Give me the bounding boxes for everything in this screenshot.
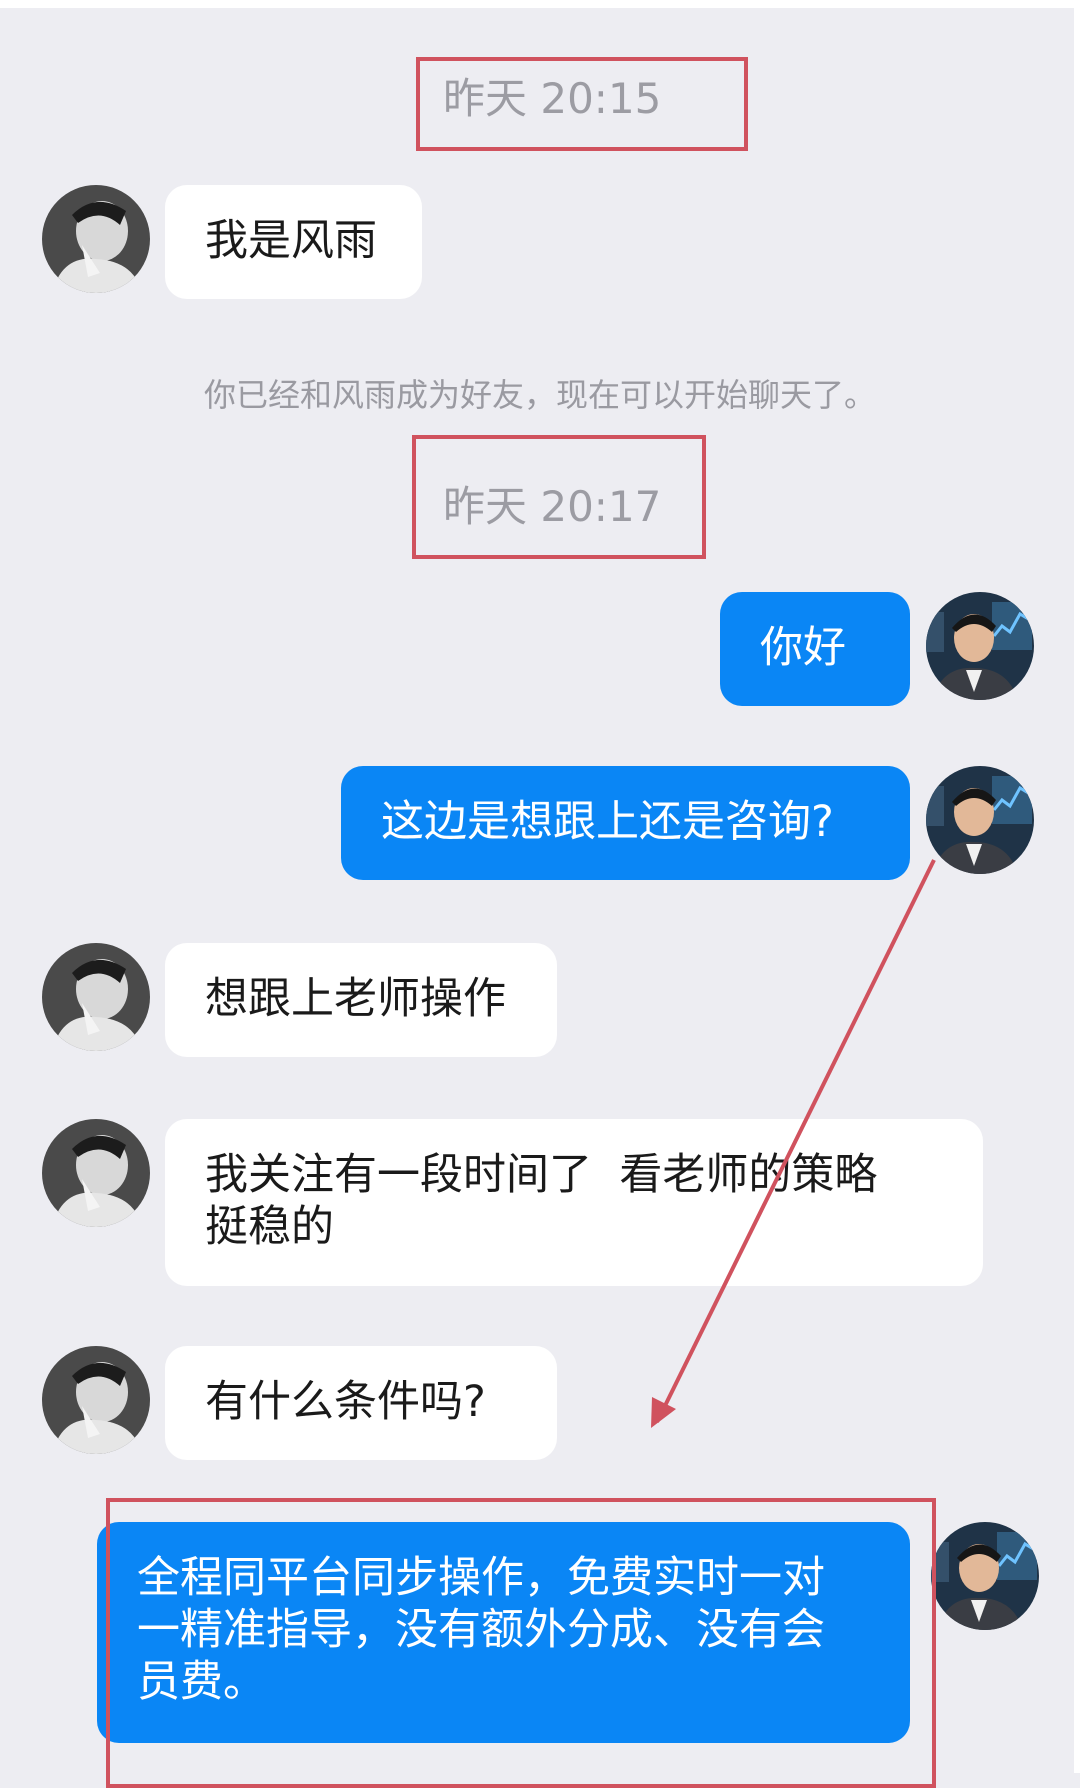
top-edge: [0, 0, 1080, 8]
message-text: 我关注有一段时间了 看老师的策略 挺稳的: [205, 1150, 878, 1252]
annotation-box: [412, 435, 706, 559]
message-text: 有什么条件吗?: [205, 1377, 486, 1427]
outgoing-message-bubble[interactable]: 这边是想跟上还是咨询?: [341, 766, 910, 880]
self-avatar[interactable]: [926, 766, 1034, 874]
contact-avatar[interactable]: [42, 185, 150, 293]
system-note: 你已经和风雨成为好友，现在可以开始聊天了。: [203, 376, 876, 414]
contact-avatar[interactable]: [42, 1346, 150, 1454]
chat-screen: 昨天 20:15 你已经和风雨成为好友，现在可以开始聊天了。 昨天 20:17 …: [0, 0, 1080, 1788]
incoming-message-bubble[interactable]: 有什么条件吗?: [165, 1346, 557, 1460]
incoming-message-bubble[interactable]: 我是风雨: [165, 185, 422, 299]
self-avatar[interactable]: [931, 1522, 1039, 1630]
message-text: 这边是想跟上还是咨询?: [381, 797, 834, 847]
annotation-box: [416, 57, 748, 151]
self-avatar[interactable]: [926, 592, 1034, 700]
outgoing-message-bubble[interactable]: 你好: [720, 592, 910, 706]
right-edge: [1074, 0, 1080, 1773]
contact-avatar[interactable]: [42, 943, 150, 1051]
message-text: 你好: [760, 623, 846, 673]
incoming-message-bubble[interactable]: 我关注有一段时间了 看老师的策略 挺稳的: [165, 1119, 983, 1286]
message-text: 我是风雨: [205, 216, 377, 266]
annotation-box: [106, 1498, 936, 1788]
message-text: 想跟上老师操作: [205, 974, 506, 1024]
contact-avatar[interactable]: [42, 1119, 150, 1227]
incoming-message-bubble[interactable]: 想跟上老师操作: [165, 943, 557, 1057]
